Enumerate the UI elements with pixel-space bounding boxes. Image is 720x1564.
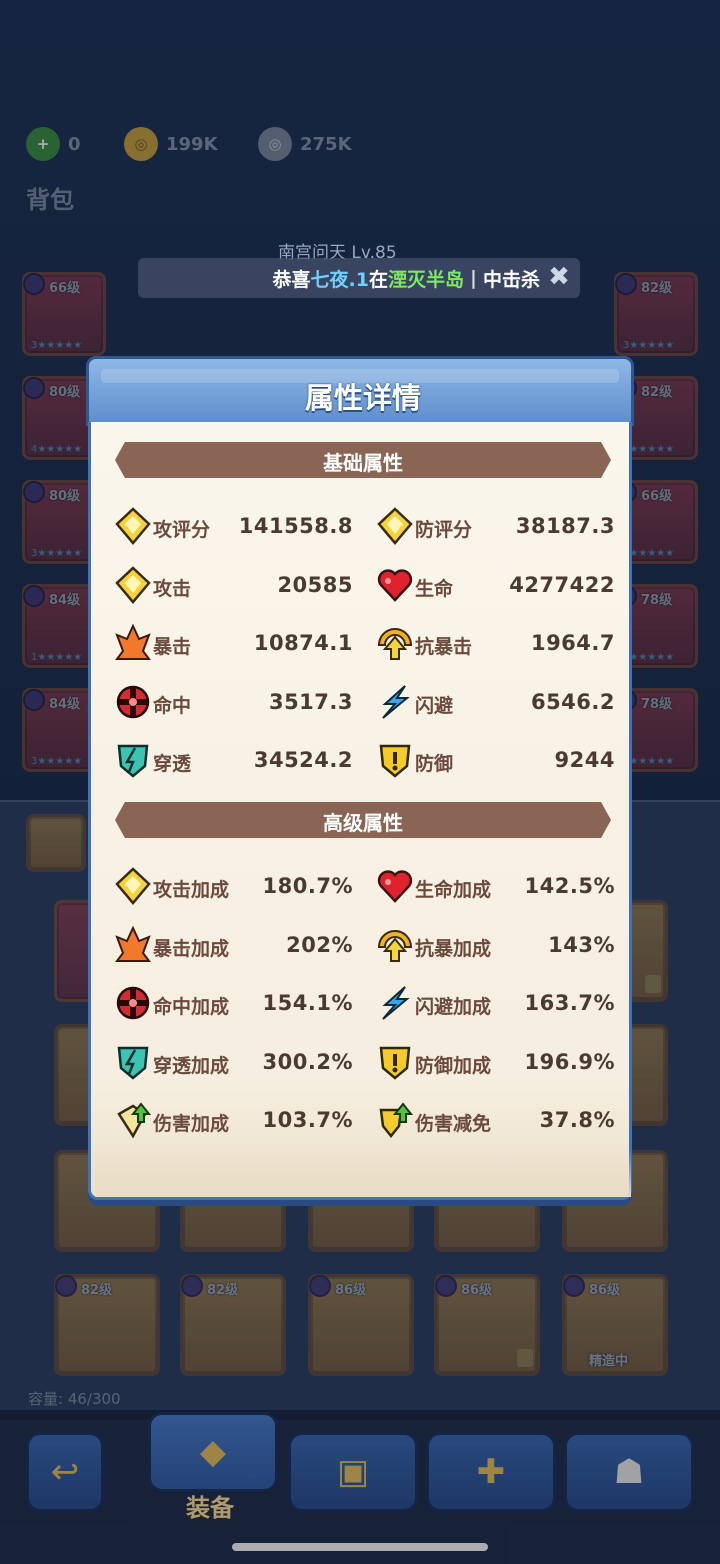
stat-value: 37.8% bbox=[539, 1108, 615, 1133]
attribute-modal: 属性详情 基础属性 攻评分 141558.8 防评分 38187.3 攻击 20585 生命… bbox=[86, 356, 634, 1202]
advanced-section-title: 高级属性 bbox=[323, 811, 403, 835]
stat-label: 闪避 bbox=[415, 694, 454, 717]
attack-score-icon bbox=[113, 506, 153, 546]
close-icon[interactable]: ✖ bbox=[546, 264, 572, 290]
stat-row: 穿透加成 300.2% bbox=[113, 1042, 353, 1082]
stat-label: 命中 bbox=[153, 694, 192, 717]
stat-row: 防御 9244 bbox=[375, 740, 615, 780]
notice-location: 湮灭半岛 bbox=[388, 268, 465, 291]
heart-icon bbox=[375, 565, 415, 605]
attack-icon bbox=[113, 565, 153, 605]
stat-value: 1964.7 bbox=[530, 631, 615, 656]
decorative-ground bbox=[95, 1149, 631, 1197]
notice-mid: 在 bbox=[369, 268, 389, 291]
stat-value: 38187.3 bbox=[515, 514, 615, 538]
stat-row: 暴击加成 202% bbox=[113, 925, 353, 965]
stat-label: 抗暴击 bbox=[415, 636, 473, 659]
stat-value: 143% bbox=[548, 932, 615, 957]
stat-label: 抗暴加成 bbox=[415, 937, 492, 960]
damage-reduce-icon bbox=[375, 1100, 415, 1140]
stat-value: 300.2% bbox=[262, 1049, 353, 1074]
game-screen: + 0 ◎ 199K ◎ 275K 背包 66级 3★★★★★ 80级 4★★★… bbox=[0, 0, 720, 1564]
stat-value: 3517.3 bbox=[268, 689, 353, 714]
stat-row: 抗暴击 1964.7 bbox=[375, 623, 615, 663]
crit-resist-icon bbox=[375, 623, 415, 663]
notice-prefix: 恭喜 bbox=[272, 268, 311, 291]
notice-separator: | bbox=[470, 267, 477, 289]
stat-row: 伤害减免 37.8% bbox=[375, 1100, 615, 1140]
stat-label: 穿透 bbox=[153, 753, 192, 776]
modal-header: 属性详情 bbox=[86, 356, 634, 426]
stat-label: 攻击 bbox=[153, 577, 192, 600]
stat-row: 防评分 38187.3 bbox=[375, 506, 615, 546]
notice-suffix: 中击杀 bbox=[482, 268, 540, 291]
stat-label: 防评分 bbox=[415, 519, 473, 541]
stat-value: 6546.2 bbox=[530, 689, 615, 714]
hit-icon bbox=[113, 682, 153, 722]
stat-label: 穿透加成 bbox=[153, 1054, 230, 1077]
stat-row: 防御加成 196.9% bbox=[375, 1042, 615, 1082]
stat-value: 103.7% bbox=[262, 1108, 353, 1133]
stat-value: 196.9% bbox=[524, 1049, 615, 1074]
stat-row: 攻击 20585 bbox=[113, 565, 353, 605]
crit-icon bbox=[113, 925, 153, 965]
hit-icon bbox=[113, 983, 153, 1023]
stat-label: 伤害减免 bbox=[415, 1113, 492, 1136]
stat-label: 伤害加成 bbox=[153, 1113, 230, 1136]
stat-label: 攻击加成 bbox=[153, 879, 230, 901]
shield-icon bbox=[375, 1042, 415, 1082]
stat-value: 9244 bbox=[554, 748, 615, 773]
dodge-icon bbox=[375, 682, 415, 722]
modal-body: 基础属性 攻评分 141558.8 防评分 38187.3 攻击 20585 生命 42774… bbox=[88, 422, 632, 1200]
stat-label: 闪避加成 bbox=[415, 996, 492, 1019]
penetration-icon bbox=[113, 1042, 153, 1082]
stat-row: 生命加成 142.5% bbox=[375, 866, 615, 906]
stat-value: 202% bbox=[286, 932, 353, 957]
stat-row: 攻评分 141558.8 bbox=[113, 506, 353, 546]
stat-row: 穿透 34524.2 bbox=[113, 740, 353, 780]
stat-value: 4277422 bbox=[509, 572, 615, 597]
stat-row: 闪避加成 163.7% bbox=[375, 983, 615, 1023]
stat-row: 攻击加成 180.7% bbox=[113, 866, 353, 906]
stat-label: 生命加成 bbox=[415, 879, 492, 901]
stat-value: 154.1% bbox=[262, 991, 353, 1016]
modal-title: 属性详情 bbox=[304, 381, 421, 415]
stat-value: 141558.8 bbox=[238, 514, 353, 538]
stat-value: 180.7% bbox=[262, 874, 353, 898]
dodge-icon bbox=[375, 983, 415, 1023]
damage-up-icon bbox=[113, 1100, 153, 1140]
shield-icon bbox=[375, 740, 415, 780]
stat-label: 防御加成 bbox=[415, 1054, 492, 1077]
defense-score-icon bbox=[375, 506, 415, 546]
stat-value: 20585 bbox=[277, 572, 353, 597]
stat-label: 攻评分 bbox=[153, 519, 211, 541]
stat-label: 防御 bbox=[415, 753, 454, 776]
basic-section-title: 基础属性 bbox=[323, 451, 403, 475]
notice-player: 七夜.1 bbox=[310, 268, 369, 291]
attack-icon bbox=[113, 866, 153, 906]
heart-icon bbox=[375, 866, 415, 906]
stat-value: 10874.1 bbox=[253, 631, 353, 656]
crit-icon bbox=[113, 623, 153, 663]
stat-row: 命中加成 154.1% bbox=[113, 983, 353, 1023]
stat-label: 生命 bbox=[415, 577, 454, 600]
penetration-icon bbox=[113, 740, 153, 780]
stat-label: 命中加成 bbox=[153, 996, 230, 1019]
advanced-section-header: 高级属性 bbox=[115, 802, 611, 838]
basic-section-header: 基础属性 bbox=[115, 442, 611, 478]
stat-row: 生命 4277422 bbox=[375, 565, 615, 605]
stat-row: 伤害加成 103.7% bbox=[113, 1100, 353, 1140]
stat-label: 暴击加成 bbox=[153, 937, 230, 960]
stat-row: 暴击 10874.1 bbox=[113, 623, 353, 663]
crit-resist-icon bbox=[375, 925, 415, 965]
stat-row: 命中 3517.3 bbox=[113, 682, 353, 722]
stat-row: 抗暴加成 143% bbox=[375, 925, 615, 965]
stat-row: 闪避 6546.2 bbox=[375, 682, 615, 722]
stat-label: 暴击 bbox=[153, 636, 192, 659]
stat-value: 163.7% bbox=[524, 991, 615, 1016]
kill-notice: 恭喜 七夜.1 在 湮灭半岛 | 中击杀 ✖ bbox=[138, 258, 580, 298]
stat-value: 142.5% bbox=[524, 874, 615, 898]
stat-value: 34524.2 bbox=[253, 748, 353, 773]
